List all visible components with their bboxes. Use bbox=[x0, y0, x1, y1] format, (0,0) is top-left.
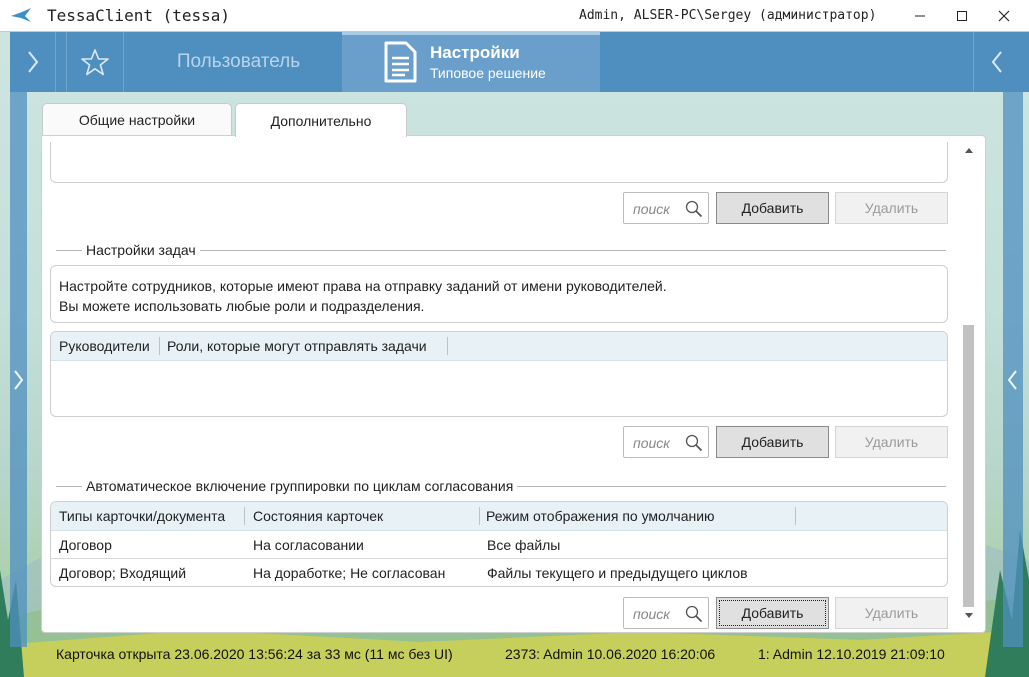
column-header[interactable]: Состояния карточек bbox=[253, 508, 383, 524]
close-button[interactable] bbox=[984, 0, 1024, 32]
search-input[interactable]: поиск bbox=[623, 426, 709, 458]
add-button[interactable]: Добавить bbox=[716, 426, 829, 458]
column-separator[interactable] bbox=[479, 507, 480, 525]
card-version-status: 2373: Admin 10.06.2020 16:20:06 bbox=[505, 646, 716, 662]
document-icon bbox=[384, 41, 417, 83]
subtab-general-settings[interactable]: Общие настройки bbox=[42, 103, 232, 136]
table-cell: Договор; Входящий bbox=[59, 565, 187, 581]
minimize-button[interactable] bbox=[900, 0, 940, 32]
previous-section-grid bbox=[50, 142, 948, 183]
column-header[interactable]: Руководители bbox=[59, 338, 150, 354]
table-cell: На согласовании bbox=[253, 537, 364, 553]
app-logo-icon bbox=[11, 8, 31, 22]
chevron-right-icon bbox=[27, 51, 38, 73]
table-row[interactable]: Договор На согласовании Все файлы bbox=[51, 531, 947, 559]
search-icon bbox=[685, 200, 703, 218]
add-button[interactable]: Добавить bbox=[716, 597, 829, 629]
maximize-button[interactable] bbox=[942, 0, 982, 32]
close-icon bbox=[998, 10, 1010, 22]
task-settings-info: Настройте сотрудников, которые имеют пра… bbox=[50, 265, 948, 323]
card-tab-bar: Пользователь Настройки Типовое решение bbox=[10, 32, 1029, 92]
table-row[interactable]: Договор; Входящий На доработке; Не согла… bbox=[51, 559, 947, 586]
grouping-title: Автоматическое включение группировки по … bbox=[82, 478, 518, 494]
column-header[interactable]: Типы карточки/документа bbox=[59, 508, 225, 524]
right-panel-expander[interactable] bbox=[1003, 92, 1023, 647]
favorites-button[interactable] bbox=[66, 32, 124, 92]
column-separator[interactable] bbox=[795, 507, 796, 525]
vertical-scrollbar[interactable] bbox=[960, 140, 978, 626]
star-icon bbox=[81, 49, 109, 76]
grid-header: Типы карточки/документа Состояния карточ… bbox=[51, 502, 947, 531]
window-title: TessaClient (tessa) bbox=[47, 6, 231, 25]
table-cell: Файлы текущего и предыдущего циклов bbox=[487, 565, 748, 581]
tab-settings-subtitle: Типовое решение bbox=[430, 65, 546, 81]
delete-button[interactable]: Удалить bbox=[835, 192, 948, 224]
search-placeholder: поиск bbox=[633, 435, 670, 451]
expand-left-panel-button[interactable] bbox=[10, 32, 56, 92]
column-separator[interactable] bbox=[447, 337, 448, 355]
search-icon bbox=[685, 434, 703, 452]
column-header[interactable]: Режим отображения по умолчанию bbox=[486, 508, 715, 524]
settings-content-panel: поиск Добавить Удалить Настройки задач Н… bbox=[41, 135, 986, 633]
minimize-icon bbox=[915, 15, 925, 17]
left-panel-expander[interactable] bbox=[10, 92, 27, 647]
card-opened-status: Карточка открыта 23.06.2020 13:56:24 за … bbox=[56, 646, 453, 662]
table-cell: Договор bbox=[59, 537, 112, 553]
info-line-2: Вы можете использовать любые роли и подр… bbox=[59, 298, 425, 314]
add-button[interactable]: Добавить bbox=[716, 192, 829, 224]
expand-right-panel-button[interactable] bbox=[973, 32, 1019, 92]
grouping-grid[interactable]: Типы карточки/документа Состояния карточ… bbox=[50, 501, 948, 587]
column-separator[interactable] bbox=[159, 337, 160, 355]
search-input[interactable]: поиск bbox=[623, 192, 709, 224]
tab-settings[interactable]: Настройки Типовое решение bbox=[342, 32, 600, 92]
search-placeholder: поиск bbox=[633, 606, 670, 622]
column-separator[interactable] bbox=[244, 507, 245, 525]
table-cell: Все файлы bbox=[487, 537, 561, 553]
status-bar: Карточка открыта 23.06.2020 13:56:24 за … bbox=[0, 637, 1029, 677]
chevron-left-icon bbox=[991, 51, 1002, 73]
delete-button[interactable]: Удалить bbox=[835, 597, 948, 629]
current-user-info: Admin, ALSER-PC\Sergey (администратор) bbox=[579, 8, 877, 23]
maximize-icon bbox=[957, 11, 967, 21]
search-placeholder: поиск bbox=[633, 201, 670, 217]
scrollbar-thumb[interactable] bbox=[963, 325, 974, 607]
table-cell: На доработке; Не согласован bbox=[253, 565, 446, 581]
chevron-left-icon bbox=[1007, 370, 1017, 390]
chevron-right-icon bbox=[14, 370, 24, 390]
tab-user[interactable]: Пользователь bbox=[135, 32, 342, 92]
delete-button[interactable]: Удалить bbox=[835, 426, 948, 458]
card-created-status: 1: Admin 12.10.2019 21:09:10 bbox=[758, 646, 945, 662]
column-header[interactable]: Роли, которые могут отправлять задачи bbox=[167, 338, 427, 354]
search-icon bbox=[685, 605, 703, 623]
subtab-additional[interactable]: Дополнительно bbox=[235, 103, 407, 137]
scroll-down-icon[interactable] bbox=[964, 612, 974, 620]
managers-grid[interactable]: Руководители Роли, которые могут отправл… bbox=[50, 331, 948, 417]
grid-header: Руководители Роли, которые могут отправл… bbox=[51, 332, 947, 361]
info-line-1: Настройте сотрудников, которые имеют пра… bbox=[59, 278, 667, 294]
scroll-up-icon[interactable] bbox=[964, 146, 974, 154]
tab-settings-title: Настройки bbox=[430, 43, 520, 62]
task-settings-title: Настройки задач bbox=[82, 242, 200, 258]
search-input[interactable]: поиск bbox=[623, 597, 709, 629]
title-bar: TessaClient (tessa) Admin, ALSER-PC\Serg… bbox=[0, 0, 1029, 32]
